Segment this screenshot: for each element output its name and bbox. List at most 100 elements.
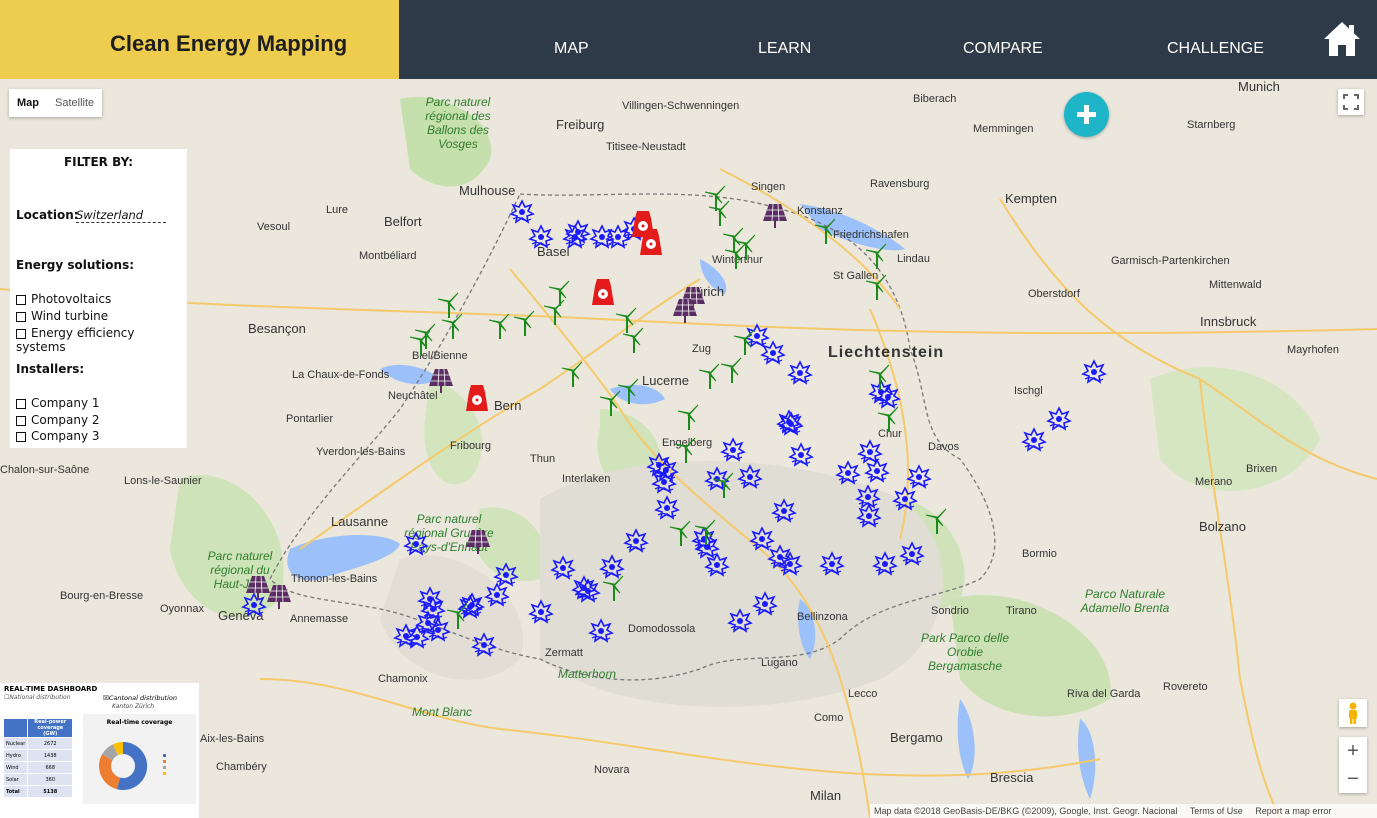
report-link[interactable]: Report a map error <box>1255 806 1331 816</box>
hydro-dam-icon[interactable] <box>417 586 443 611</box>
wind-turbine-icon[interactable] <box>669 520 691 546</box>
home-icon[interactable] <box>1322 20 1362 58</box>
hydro-dam-icon[interactable] <box>562 224 588 249</box>
option-efficiency[interactable]: Energy efficiency systems <box>16 326 187 354</box>
hydro-dam-icon[interactable] <box>720 437 746 462</box>
national-option[interactable]: ☐National distribution <box>4 694 71 701</box>
nav-learn[interactable]: LEARN <box>758 40 811 58</box>
hydro-dam-icon[interactable] <box>899 541 925 566</box>
hydro-dam-icon[interactable] <box>819 551 845 576</box>
hydro-dam-icon[interactable] <box>509 199 535 224</box>
option-company-2[interactable]: Company 2 <box>16 413 100 427</box>
option-photovoltaics[interactable]: Photovoltaics <box>16 292 111 306</box>
hydro-dam-icon[interactable] <box>1021 427 1047 452</box>
hydro-dam-icon[interactable] <box>771 498 797 523</box>
solar-panel-icon[interactable] <box>246 575 270 600</box>
fullscreen-button[interactable] <box>1338 89 1364 115</box>
cantonal-option[interactable]: ☒Cantonal distribution <box>103 694 177 702</box>
hydro-dam-icon[interactable] <box>403 531 429 556</box>
solar-panel-icon[interactable] <box>429 368 453 393</box>
wind-turbine-icon[interactable] <box>677 404 699 430</box>
hydro-dam-icon[interactable] <box>727 608 753 633</box>
wind-turbine-icon[interactable] <box>865 243 887 269</box>
hydro-dam-icon[interactable] <box>528 224 554 249</box>
wind-turbine-icon[interactable] <box>708 200 730 226</box>
wind-turbine-icon[interactable] <box>617 378 639 404</box>
map-type-satellite[interactable]: Satellite <box>47 89 102 117</box>
hydro-dam-icon[interactable] <box>1046 406 1072 431</box>
nuclear-plant-icon[interactable] <box>466 385 488 411</box>
hydro-dam-icon[interactable] <box>752 591 778 616</box>
option-company-3[interactable]: Company 3 <box>16 429 100 443</box>
wind-turbine-icon[interactable] <box>865 274 887 300</box>
hydro-dam-icon[interactable] <box>691 526 717 551</box>
hydro-dam-icon[interactable] <box>484 582 510 607</box>
wind-turbine-icon[interactable] <box>543 299 565 325</box>
hydro-dam-icon[interactable] <box>599 554 625 579</box>
hydro-dam-icon[interactable] <box>241 592 267 617</box>
hydro-dam-icon[interactable] <box>787 360 813 385</box>
solar-panel-icon[interactable] <box>466 529 490 554</box>
zoom-in-button[interactable]: + <box>1339 737 1367 765</box>
street-view-pegman[interactable] <box>1339 699 1367 727</box>
solar-panel-icon[interactable] <box>267 584 291 609</box>
hydro-dam-icon[interactable] <box>704 552 730 577</box>
hydro-dam-icon[interactable] <box>788 442 814 467</box>
hydro-dam-icon[interactable] <box>892 486 918 511</box>
hydro-dam-icon[interactable] <box>1081 359 1107 384</box>
option-company-1[interactable]: Company 1 <box>16 396 100 410</box>
wind-turbine-icon[interactable] <box>599 390 621 416</box>
wind-turbine-icon[interactable] <box>698 363 720 389</box>
hydro-dam-icon[interactable] <box>471 632 497 657</box>
hydro-dam-icon[interactable] <box>654 495 680 520</box>
checkbox-icon[interactable] <box>16 311 26 322</box>
hydro-dam-icon[interactable] <box>493 562 519 587</box>
hydro-dam-icon[interactable] <box>855 484 881 509</box>
wind-turbine-icon[interactable] <box>548 280 570 306</box>
hydro-dam-icon[interactable] <box>528 599 554 624</box>
nav-compare[interactable]: COMPARE <box>963 40 1043 58</box>
wind-turbine-icon[interactable] <box>814 218 836 244</box>
wind-turbine-icon[interactable] <box>441 313 463 339</box>
wind-turbine-icon[interactable] <box>488 313 510 339</box>
wind-turbine-icon[interactable] <box>674 437 696 463</box>
checkbox-icon[interactable] <box>16 415 26 426</box>
hydro-dam-icon[interactable] <box>571 575 597 600</box>
hydro-dam-icon[interactable] <box>623 528 649 553</box>
zoom-out-button[interactable]: − <box>1339 765 1367 793</box>
hydro-dam-icon[interactable] <box>760 340 786 365</box>
hydro-dam-icon[interactable] <box>857 439 883 464</box>
wind-turbine-icon[interactable] <box>925 508 947 534</box>
wind-turbine-icon[interactable] <box>720 357 742 383</box>
location-input[interactable]: Switzerland <box>76 208 166 223</box>
option-wind-turbine[interactable]: Wind turbine <box>16 309 108 323</box>
wind-turbine-icon[interactable] <box>615 307 637 333</box>
wind-turbine-icon[interactable] <box>437 292 459 318</box>
wind-turbine-icon[interactable] <box>877 406 899 432</box>
checkbox-icon[interactable] <box>16 294 26 305</box>
checkbox-icon[interactable] <box>16 431 26 442</box>
terms-link[interactable]: Terms of Use <box>1190 806 1243 816</box>
map-canvas[interactable]: Munich Basel Zürich Bern Lucerne Geneva … <box>0 79 1377 818</box>
nuclear-plant-icon[interactable] <box>632 211 654 237</box>
checkbox-icon[interactable] <box>16 398 26 409</box>
nav-map[interactable]: MAP <box>554 40 589 58</box>
hydro-dam-icon[interactable] <box>872 551 898 576</box>
wind-turbine-icon[interactable] <box>602 575 624 601</box>
add-fab-button[interactable] <box>1064 92 1109 137</box>
checkbox-icon[interactable] <box>16 328 26 339</box>
map-type-map[interactable]: Map <box>9 89 47 117</box>
nuclear-plant-icon[interactable] <box>592 279 614 305</box>
hydro-dam-icon[interactable] <box>749 526 775 551</box>
wind-turbine-icon[interactable] <box>561 361 583 387</box>
wind-turbine-icon[interactable] <box>513 310 535 336</box>
hydro-dam-icon[interactable] <box>906 464 932 489</box>
hydro-dam-icon[interactable] <box>588 618 614 643</box>
nav-challenge[interactable]: CHALLENGE <box>1167 40 1264 58</box>
hydro-dam-icon[interactable] <box>737 464 763 489</box>
hydro-dam-icon[interactable] <box>835 460 861 485</box>
solar-panel-icon[interactable] <box>763 203 787 228</box>
realtime-dashboard[interactable]: REAL-TIME DASHBOARD ☐National distributi… <box>0 683 199 818</box>
wind-turbine-icon[interactable] <box>704 185 726 211</box>
hydro-dam-icon[interactable] <box>550 555 576 580</box>
